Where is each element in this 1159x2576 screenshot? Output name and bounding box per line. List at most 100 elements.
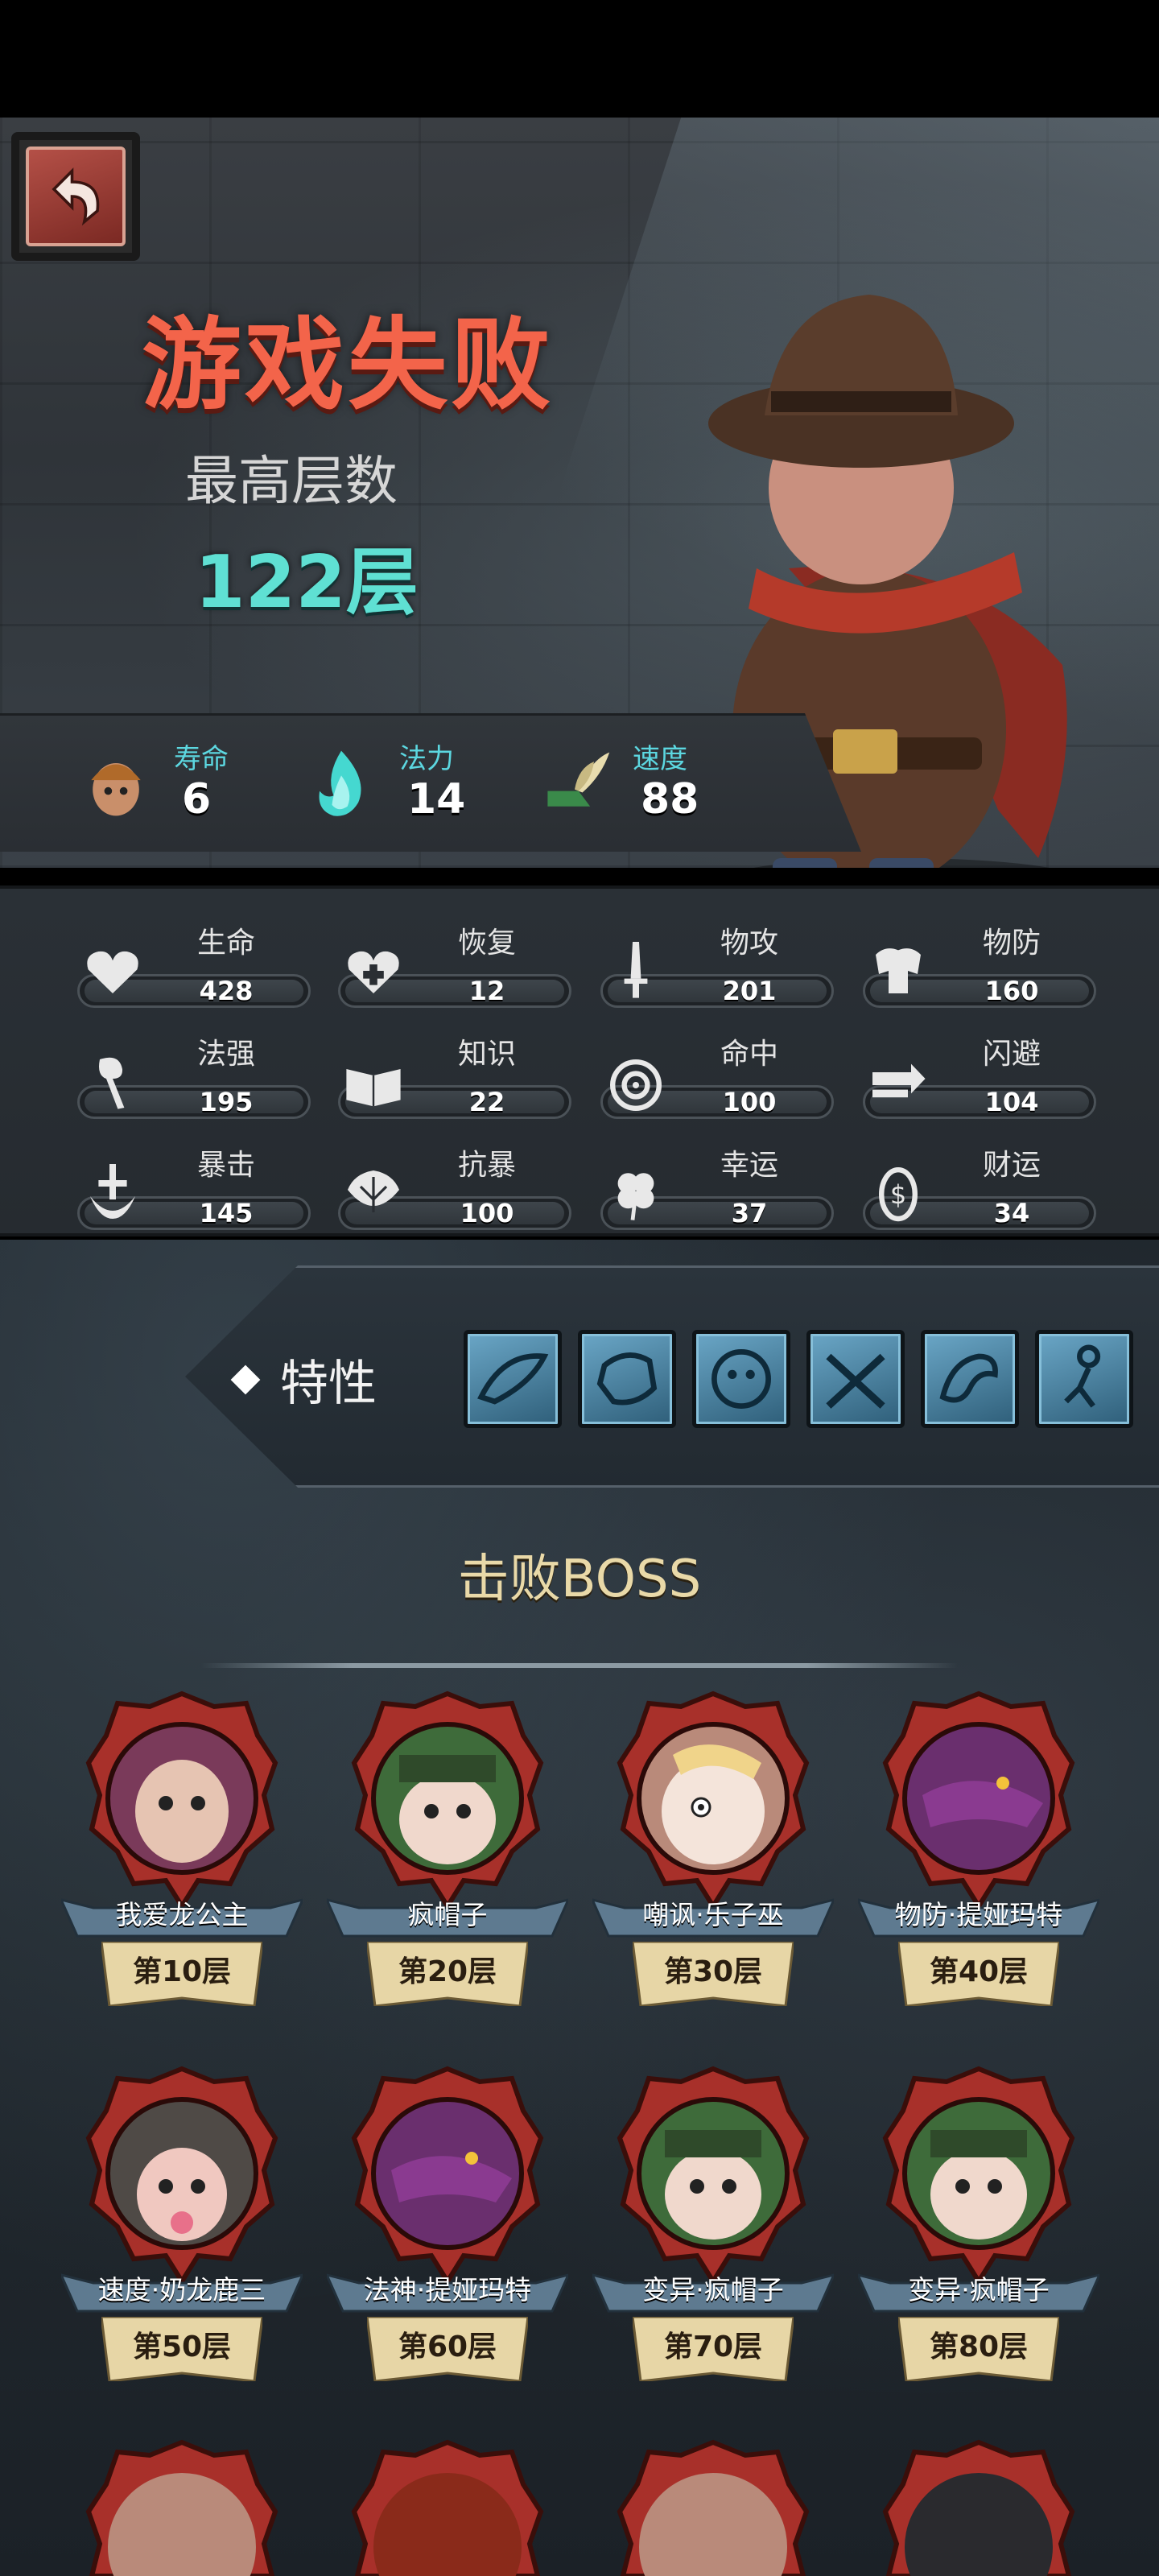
boss-floor: 第40层 — [929, 1955, 1029, 1988]
boss-portrait-partial — [85, 2439, 278, 2576]
attr-label: 财运 — [982, 1149, 1041, 1182]
boss-floor: 第80层 — [929, 2330, 1029, 2363]
crit-blade-icon — [90, 1164, 135, 1219]
attr-value: 37 — [731, 1198, 768, 1228]
boss-card[interactable]: 变异·疯帽子 第70层 — [592, 2066, 834, 2436]
boss-card[interactable]: 物防·提娅玛特 第40层 — [858, 1690, 1099, 2061]
trait-arm-icon — [939, 1353, 998, 1403]
trait-feather-icon — [477, 1353, 549, 1405]
attr-evasion: 闪避 104 — [863, 1022, 1096, 1119]
boss-card[interactable]: 疯帽子 第20层 — [327, 1690, 568, 2061]
armor-icon — [876, 948, 921, 993]
stat-label: 速度 — [633, 743, 687, 775]
boss-name: 我爱龙公主 — [115, 1899, 249, 1930]
attr-regen: 恢复 12 — [338, 911, 571, 1008]
trait-slot-6[interactable] — [1035, 1330, 1133, 1428]
attr-accuracy: 命中 100 — [600, 1022, 834, 1119]
boss-portrait — [351, 1690, 544, 1911]
stat-label: 法力 — [399, 743, 454, 775]
boss-name: 嘲讽·乐子巫 — [642, 1899, 784, 1930]
boss-portrait — [617, 2066, 810, 2286]
back-button[interactable] — [11, 132, 140, 261]
traits-label-text: 特性 — [280, 1356, 377, 1412]
best-floor-value: 122层 — [195, 540, 419, 625]
dodge-arrows-icon — [872, 1063, 926, 1098]
attributes-panel: 生命 428 恢复 12 物攻 201 物防 160 法强 195 知识 22 … — [0, 886, 1159, 1236]
boss-portrait — [882, 1690, 1075, 1911]
attr-hp: 生命 428 — [77, 911, 311, 1008]
attr-label: 暴击 — [196, 1149, 255, 1182]
attr-value: 100 — [460, 1198, 514, 1228]
boss-name: 物防·提娅玛特 — [894, 1899, 1063, 1930]
attr-value: 104 — [984, 1087, 1039, 1117]
attr-label: 幸运 — [720, 1149, 778, 1182]
divider — [201, 1663, 958, 1668]
attr-value: 428 — [199, 976, 254, 1006]
coin-icon: $ — [879, 1167, 918, 1222]
attr-physical-defense: 物防 160 — [863, 911, 1096, 1008]
trait-fist-icon — [596, 1352, 658, 1406]
stat-value: 88 — [641, 775, 699, 824]
svg-text:$: $ — [890, 1179, 906, 1210]
boss-name: 法神·提娅玛特 — [363, 2274, 532, 2306]
boss-portrait-partial — [351, 2439, 544, 2576]
boss-floor: 第30层 — [663, 1955, 763, 1988]
attr-label: 恢复 — [457, 927, 516, 960]
boss-card[interactable]: 法神·提娅玛特 第60层 — [327, 2066, 568, 2436]
stat-value: 14 — [407, 775, 466, 824]
boss-portrait — [85, 2066, 278, 2286]
attr-crit-resist: 抗暴 100 — [338, 1133, 571, 1230]
attr-label: 抗暴 — [457, 1149, 516, 1182]
boss-portrait — [85, 1690, 278, 1911]
boss-portrait-partial — [882, 2439, 1075, 2576]
boss-card[interactable]: 嘲讽·乐子巫 第30层 — [592, 1690, 834, 2061]
attr-value: 160 — [984, 976, 1039, 1006]
attr-knowledge: 知识 22 — [338, 1022, 571, 1119]
clover-icon — [617, 1173, 654, 1220]
trait-slot-3[interactable] — [692, 1330, 790, 1428]
attr-value: 12 — [468, 976, 505, 1006]
attr-magic-power: 法强 195 — [77, 1022, 311, 1119]
boss-name: 疯帽子 — [407, 1899, 488, 1930]
boss-name: 变异·疯帽子 — [908, 2274, 1050, 2306]
stat-value: 6 — [182, 775, 212, 824]
attr-critical: 暴击 145 — [77, 1133, 311, 1230]
best-floor-label: 最高层数 — [185, 450, 398, 512]
attr-value: 100 — [722, 1087, 777, 1117]
boss-portrait — [351, 2066, 544, 2286]
boss-portrait-partial — [617, 2439, 810, 2576]
boss-name: 速度·奶龙鹿三 — [97, 2274, 266, 2306]
boss-floor: 第50层 — [132, 2330, 232, 2363]
sword-icon — [624, 942, 648, 998]
lifespan-head-icon — [91, 763, 141, 816]
boss-portrait — [882, 2066, 1075, 2286]
trait-slot-4[interactable] — [806, 1330, 905, 1428]
staff-icon — [99, 1057, 125, 1109]
diamond-bullet-icon — [230, 1364, 261, 1394]
heal-heart-icon — [348, 951, 399, 993]
status-bar — [0, 0, 1159, 118]
base-stats-panel: 寿命 6 法力 14 速度 88 — [0, 713, 861, 852]
attr-luck: 幸运 37 — [600, 1133, 834, 1230]
trait-slot-5[interactable] — [921, 1330, 1019, 1428]
attr-label: 物攻 — [720, 927, 778, 960]
boss-card[interactable]: 速度·奶龙鹿三 第50层 — [61, 2066, 303, 2436]
trait-slot-2[interactable] — [578, 1330, 676, 1428]
trait-slot-1[interactable] — [464, 1330, 562, 1428]
boss-portrait — [617, 1690, 810, 1911]
trait-crossed-guns-icon — [826, 1353, 885, 1409]
attr-physical-attack: 物攻 201 — [600, 911, 834, 1008]
attr-label: 法强 — [196, 1038, 255, 1071]
attr-value: 22 — [468, 1087, 505, 1117]
book-icon — [346, 1069, 401, 1107]
result-hero: 游戏失败 最高层数 122层 寿命 6 法力 14 速度 88 — [0, 118, 1159, 868]
attr-label: 生命 — [196, 927, 255, 960]
boss-card[interactable]: 我爱龙公主 第10层 — [61, 1690, 303, 2061]
boss-name: 变异·疯帽子 — [642, 2274, 784, 2306]
heart-icon — [87, 951, 138, 993]
boss-card[interactable]: 变异·疯帽子 第80层 — [858, 2066, 1099, 2436]
stat-label: 寿命 — [174, 743, 229, 775]
shield-leaf-icon — [348, 1170, 399, 1212]
attr-value: 145 — [199, 1198, 254, 1228]
trait-beast-icon — [711, 1349, 771, 1409]
